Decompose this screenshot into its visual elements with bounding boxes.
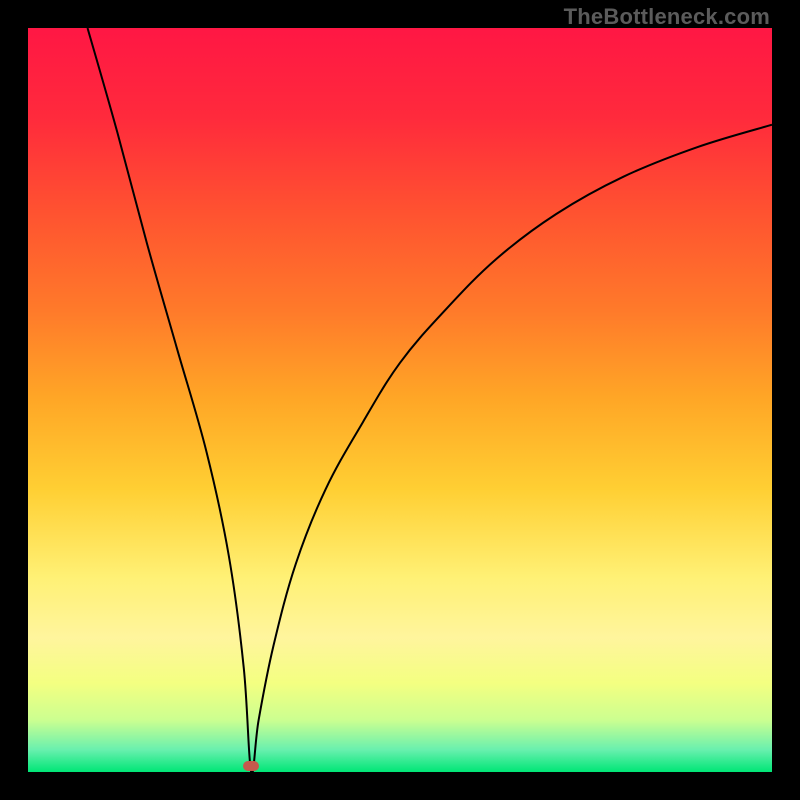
minimum-marker [243,761,259,771]
watermark-text: TheBottleneck.com [564,4,770,30]
bottleneck-curve [88,28,772,772]
plot-area [28,28,772,772]
plot-frame: TheBottleneck.com [0,0,800,800]
curve-layer [28,28,772,772]
